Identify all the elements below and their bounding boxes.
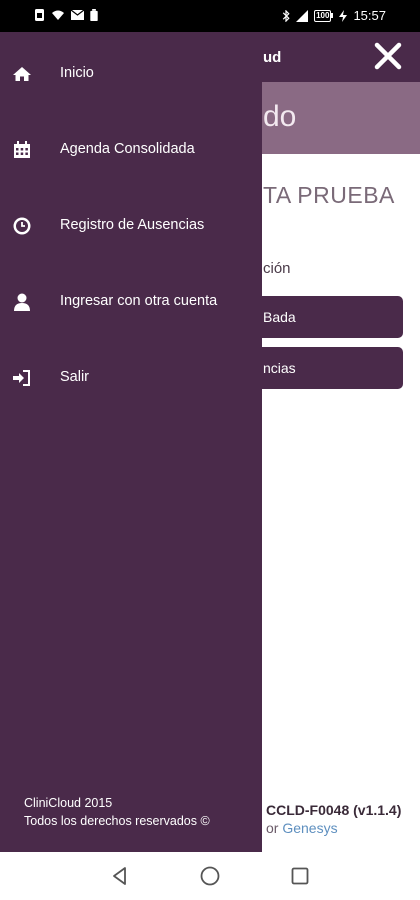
user-icon	[14, 293, 30, 311]
genesys-link[interactable]: Genesys	[282, 820, 337, 836]
sign-out-icon	[13, 370, 30, 386]
credits-by: or	[266, 820, 279, 836]
system-nav-bar	[0, 852, 420, 900]
sim-icon	[35, 9, 44, 21]
menu-item-ausencias[interactable]: Registro de Ausencias	[0, 188, 262, 264]
credits-line: or Genesys	[266, 820, 338, 836]
section-label: ción	[263, 260, 291, 277]
battery-icon: 100	[314, 9, 334, 22]
version-code: CCLD-F0048 (v1.1.4)	[266, 802, 402, 818]
status-right-icons: 100 15:57	[282, 8, 386, 23]
menu-item-inicio[interactable]: Inicio	[0, 36, 262, 112]
clock-icon	[13, 217, 31, 235]
drawer-footer: CliniCloud 2015 Todos los derechos reser…	[24, 794, 210, 830]
close-drawer-icon[interactable]	[370, 38, 406, 74]
recents-icon[interactable]	[288, 864, 312, 888]
home-icon	[13, 67, 31, 81]
banner-title: do	[263, 100, 297, 133]
menu-label-inicio: Inicio	[60, 65, 94, 81]
battery-level: 100	[314, 9, 332, 22]
home-nav-icon[interactable]	[198, 864, 222, 888]
navigation-drawer: Inicio Agenda Consolidada Registro de Au…	[0, 32, 262, 852]
agenda-button[interactable]: Bada	[240, 296, 403, 338]
menu-item-salir[interactable]: Salir	[0, 340, 262, 416]
ausencias-button[interactable]: ncias	[240, 347, 403, 389]
back-icon[interactable]	[108, 864, 132, 888]
app-title: ud	[263, 49, 282, 66]
menu-label-ausencias: Registro de Ausencias	[60, 217, 205, 233]
menu-label-agenda: Agenda Consolidada	[60, 141, 195, 157]
wifi-icon	[52, 10, 64, 20]
mail-icon	[71, 9, 84, 20]
status-left-icons	[34, 9, 98, 21]
charging-icon	[339, 9, 348, 22]
battery-saver-icon	[90, 9, 98, 21]
copyright-line-2: Todos los derechos reservados ©	[24, 814, 210, 828]
menu-item-otra-cuenta[interactable]: Ingresar con otra cuenta	[0, 264, 262, 340]
copyright-line-1: CliniCloud 2015	[24, 796, 113, 810]
status-time: 15:57	[353, 8, 386, 23]
status-bar: 100 15:57	[0, 0, 420, 32]
bluetooth-icon	[282, 9, 290, 22]
menu-label-otra-cuenta: Ingresar con otra cuenta	[60, 293, 218, 309]
menu-item-agenda[interactable]: Agenda Consolidada	[0, 112, 262, 188]
patient-name: TA PRUEBA	[263, 182, 395, 208]
menu-label-salir: Salir	[60, 369, 90, 385]
signal-icon	[296, 9, 309, 22]
calendar-icon	[14, 141, 30, 158]
